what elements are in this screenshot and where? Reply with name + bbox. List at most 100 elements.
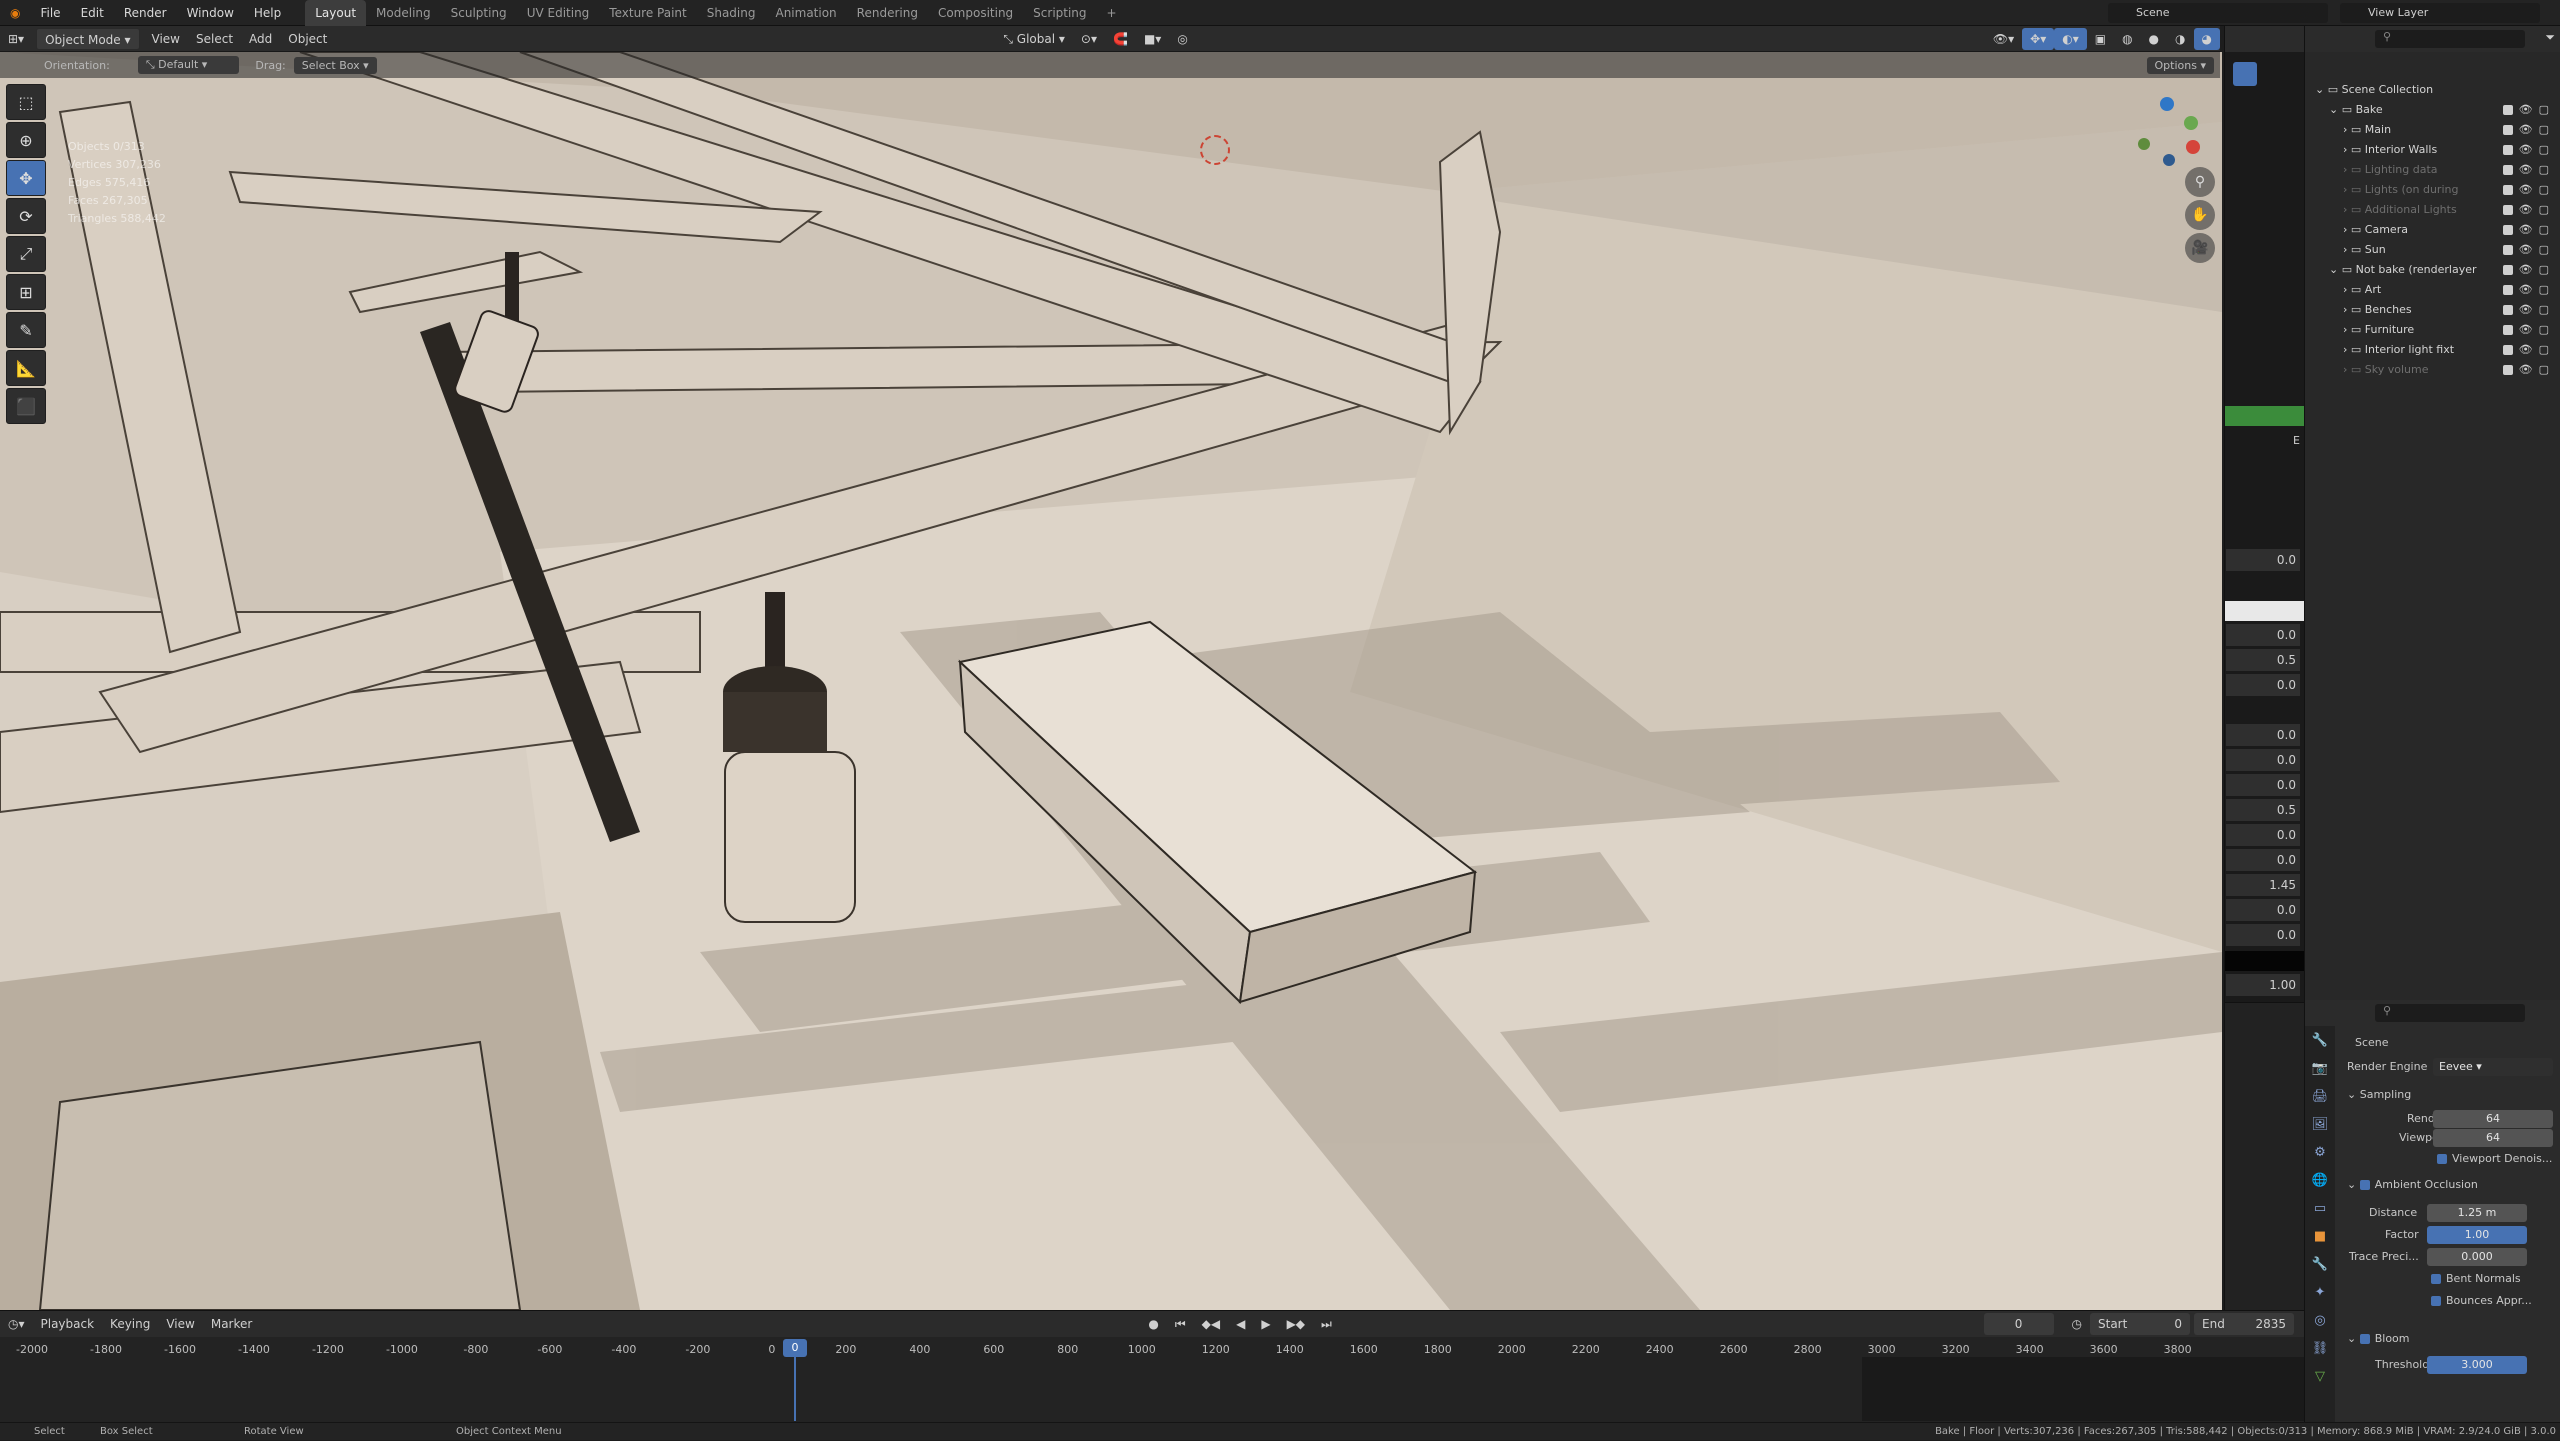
tab-compositing[interactable]: Compositing [928,0,1023,26]
drag-setting-dropdown[interactable]: Select Box ▾ [293,56,377,74]
outliner-item[interactable]: › ▭ Camera 👁▢ [2305,220,2560,240]
side-value[interactable]: 0.0 [2226,774,2300,796]
expand-arrow-icon[interactable]: › [2343,283,2351,296]
camera-view-icon[interactable]: 🎥 [2185,233,2215,263]
expand-arrow-icon[interactable]: ⌄ [2315,83,2328,96]
pan-hand-icon[interactable]: ✋ [2185,200,2215,230]
visibility-toggles[interactable]: 👁▢ [2502,280,2555,300]
visibility-toggles[interactable]: 👁▢ [2502,200,2555,220]
collection-tab-icon[interactable]: ▭ [2305,1194,2335,1222]
render-samples-field[interactable]: 64 [2433,1110,2553,1128]
add-workspace-button[interactable]: + [1097,0,1127,26]
shading-wireframe-icon[interactable]: ◍ [2114,28,2140,50]
gizmo-icon[interactable]: ✥▾ [2022,27,2055,50]
sampling-panel-header[interactable]: ⌄ Sampling [2347,1088,2411,1101]
side-value[interactable]: 0.0 [2226,674,2300,696]
expand-arrow-icon[interactable]: ⌄ [2329,263,2342,276]
xray-icon[interactable]: ▣ [2087,28,2114,50]
outliner-item[interactable]: › ▭ Lights (on during 👁▢ [2305,180,2560,200]
visibility-toggles[interactable]: 👁▢ [2502,300,2555,320]
transform-tool-icon[interactable]: ⊞ [6,274,46,310]
visibility-icon[interactable]: 👁▾ [1985,28,2022,50]
options-dropdown[interactable]: Options ▾ [2146,56,2214,74]
snap-icon[interactable]: 🧲 [1105,28,1136,50]
expand-arrow-icon[interactable]: › [2343,163,2351,176]
modifier-tab-icon[interactable]: 🔧 [2305,1250,2335,1278]
constraints-tab-icon[interactable]: ⛓ [2305,1334,2335,1362]
tab-modeling[interactable]: Modeling [366,0,441,26]
outliner-item[interactable]: › ▭ Interior light fixt 👁▢ [2305,340,2560,360]
blender-logo-icon[interactable]: ◉ [0,0,30,26]
visibility-toggles[interactable]: 👁▢ [2502,260,2555,280]
tab-animation[interactable]: Animation [765,0,846,26]
outliner-item[interactable]: ⌄ ▭ Not bake (renderlayer 👁▢ [2305,260,2560,280]
bounces-approx-checkbox[interactable]: Bounces Appr... [2431,1294,2532,1307]
menu-window[interactable]: Window [177,0,244,26]
scene-selector[interactable]: Scene [2108,2,2328,23]
object-tab-icon[interactable]: ■ [2305,1222,2335,1250]
rotate-tool-icon[interactable]: ⟳ [6,198,46,234]
outliner-item[interactable]: › ▭ Art 👁▢ [2305,280,2560,300]
select-tool-icon[interactable]: ⬚ [6,84,46,120]
tab-rendering[interactable]: Rendering [847,0,928,26]
expand-arrow-icon[interactable]: › [2343,143,2351,156]
menu-help[interactable]: Help [244,0,291,26]
tool-tab-icon[interactable]: 🔧 [2305,1026,2335,1054]
side-value[interactable]: 0.5 [2226,649,2300,671]
expand-arrow-icon[interactable]: › [2343,183,2351,196]
expand-arrow-icon[interactable]: › [2343,363,2351,376]
ao-trace-field[interactable]: 0.000 [2427,1248,2527,1266]
side-value[interactable]: 0.0 [2226,749,2300,771]
measure-tool-icon[interactable]: 📐 [6,350,46,386]
expand-arrow-icon[interactable]: › [2343,203,2351,216]
view-layer-tab-icon[interactable]: 🖼 [2305,1110,2335,1138]
3d-viewport[interactable]: ⚲ ✋ 🎥 Objects 0/313 Vertices 307,236 Edg… [0,52,2222,1310]
viewport-samples-field[interactable]: 64 [2433,1129,2553,1147]
expand-arrow-icon[interactable]: › [2343,123,2351,136]
outliner-item[interactable]: ⌄ ▭ Scene Collection [2305,80,2560,100]
side-value[interactable]: 0.0 [2226,924,2300,946]
expand-arrow-icon[interactable]: › [2343,243,2351,256]
shading-material-icon[interactable]: ◑ [2167,28,2193,50]
data-tab-icon[interactable]: ▽ [2305,1362,2335,1390]
scene-tab-icon[interactable]: ⚙ [2305,1138,2335,1166]
outliner-item[interactable]: ⌄ ▭ Bake 👁▢ [2305,100,2560,120]
outliner-item[interactable]: › ▭ Lighting data 👁▢ [2305,160,2560,180]
expand-arrow-icon[interactable]: › [2343,323,2351,336]
shading-solid-icon[interactable]: ● [2141,28,2167,50]
header-menu-view[interactable]: View [144,28,188,50]
playhead[interactable]: 0 [783,1339,807,1357]
shading-rendered-icon[interactable]: ◕ [2193,27,2220,50]
visibility-toggles[interactable]: 👁▢ [2502,120,2555,140]
zoom-icon[interactable]: ⚲ [2185,167,2215,197]
properties-search-input[interactable]: ⚲ [2375,1004,2525,1022]
side-value[interactable]: 0.0 [2226,899,2300,921]
visibility-toggles[interactable]: 👁▢ [2502,240,2555,260]
side-value[interactable]: 0.5 [2226,799,2300,821]
visibility-toggles[interactable]: 👁▢ [2502,360,2555,380]
view-layer-selector[interactable]: View Layer [2340,2,2540,23]
outliner-item[interactable]: › ▭ Sky volume 👁▢ [2305,360,2560,380]
side-value[interactable]: 1.45 [2226,874,2300,896]
cursor-tool-icon[interactable]: ⊕ [6,122,46,158]
menu-edit[interactable]: Edit [71,0,114,26]
pivot-icon[interactable]: ⊙▾ [1073,28,1105,50]
scale-tool-icon[interactable]: ⤢ [6,236,46,272]
side-value[interactable]: 0.0 [2226,549,2300,571]
outliner-item[interactable]: › ▭ Furniture 👁▢ [2305,320,2560,340]
mode-dropdown[interactable]: Object Mode ▾ [36,27,140,50]
output-tab-icon[interactable]: 🖨 [2305,1082,2335,1110]
annotate-tool-icon[interactable]: ✎ [6,312,46,348]
visibility-toggles[interactable]: 👁▢ [2502,220,2555,240]
snap-target-icon[interactable]: ■▾ [1136,28,1169,50]
visibility-toggles[interactable]: 👁▢ [2502,160,2555,180]
visibility-toggles[interactable]: 👁▢ [2502,180,2555,200]
overlays-icon[interactable]: ◐▾ [2054,27,2087,50]
world-tab-icon[interactable]: 🌐 [2305,1166,2335,1194]
expand-arrow-icon[interactable]: › [2343,303,2351,316]
tab-layout[interactable]: Layout [305,0,367,26]
outliner-item[interactable]: › ▭ Main 👁▢ [2305,120,2560,140]
tab-sculpting[interactable]: Sculpting [441,0,517,26]
tab-uv-editing[interactable]: UV Editing [517,0,600,26]
outliner-search-input[interactable]: ⚲ [2375,30,2525,48]
